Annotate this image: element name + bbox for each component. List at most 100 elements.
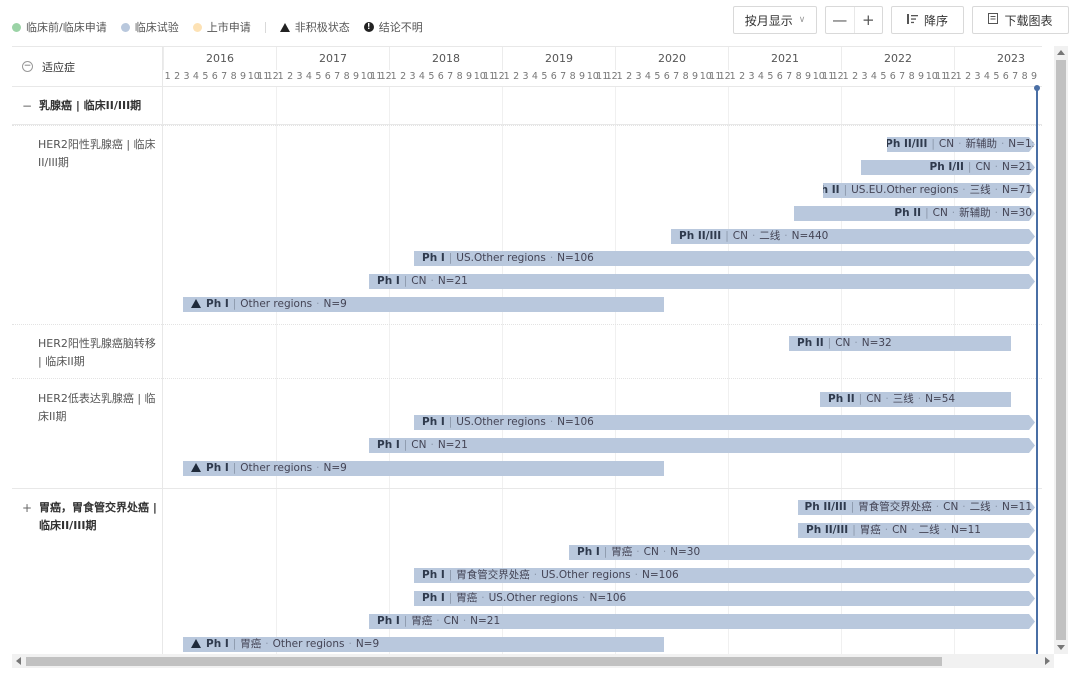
trial-bar[interactable]: Ph II | CN · 三线 · N=54 (820, 392, 1011, 407)
month-label: 5 (654, 71, 661, 82)
trial-attribute: 胃癌 (611, 546, 633, 558)
trial-bar[interactable]: Ph I/II | CN · N=21 (861, 160, 1035, 175)
view-mode-select[interactable]: 按月显示 ∨ (733, 6, 817, 34)
phase-label: Ph II/III (885, 138, 928, 150)
trial-bar[interactable]: Ph II/III | CN · 新辅助 · N=150 (887, 137, 1035, 152)
trial-bar[interactable]: Ph I | US.Other regions · N=106 (414, 415, 1035, 430)
trial-bar[interactable]: Ph II/III | CN · 二线 · N=440 (671, 229, 1035, 244)
trial-attribute: CN (732, 230, 748, 242)
expand-toggle-icon[interactable]: + (22, 499, 32, 517)
month-label: 9 (692, 71, 699, 82)
month-label: 9 (918, 71, 925, 82)
separator: · (751, 230, 756, 242)
zoom-in-button[interactable]: + (853, 7, 883, 33)
month-label: 1 (616, 71, 623, 82)
download-label: 下载图表 (1004, 13, 1053, 28)
phase-label: Ph I (206, 462, 229, 474)
scroll-up-icon[interactable] (1057, 50, 1065, 55)
download-chart-button[interactable]: 下载图表 (972, 6, 1069, 34)
vertical-scroll-thumb[interactable] (1056, 60, 1066, 640)
sort-button[interactable]: 降序 (891, 6, 964, 34)
trial-bar[interactable]: Ph I | CN · N=21 (369, 438, 1035, 453)
separator: · (994, 184, 998, 196)
scroll-left-icon[interactable] (16, 657, 21, 665)
month-label: 4 (983, 71, 990, 82)
year-grid-line (389, 87, 390, 654)
month-label: 2 (852, 71, 859, 82)
horizontal-scroll-thumb[interactable] (26, 657, 942, 666)
subgroup-label: HER2阳性乳腺癌 | 临床II/III期 (38, 138, 156, 169)
trial-bar[interactable]: Ph I | 胃癌 · US.Other regions · N=106 (414, 591, 1035, 606)
trial-bar[interactable]: Ph II | CN · N=32 (789, 336, 1011, 351)
group-label: 乳腺癌 | 临床II/III期 (39, 99, 142, 112)
month-label: 6 (1002, 71, 1009, 82)
separator: · (994, 501, 998, 513)
trial-bar[interactable]: Ph II | US.EU.Other regions · 三线 · N=71 (823, 183, 1035, 198)
vertical-scrollbar[interactable] (1054, 46, 1068, 654)
trial-attribute: 三线 (892, 393, 914, 405)
scroll-down-icon[interactable] (1057, 645, 1065, 650)
trial-bar[interactable]: Ph I | 胃癌 · CN · N=21 (369, 614, 1035, 629)
trial-attribute: US.Other regions (456, 252, 546, 264)
trial-bar[interactable]: Ph I | CN · N=21 (369, 274, 1035, 289)
horizontal-scrollbar[interactable] (12, 654, 1054, 668)
trial-bar-label: Ph II/III | 胃食管交界处癌 · CN · 二线 · N=11 (805, 500, 1032, 515)
group-row-breast-cancer[interactable]: − 乳腺癌 | 临床II/III期 (22, 97, 141, 115)
group-row-gastric-cancer[interactable]: + 胃癌，胃食管交界处癌 | 临床II/III期 (22, 499, 162, 535)
trial-bar[interactable]: Ph II/III | 胃食管交界处癌 · CN · 二线 · N=11 (798, 500, 1035, 515)
legend-dot-icon (12, 22, 21, 32)
separator: | (403, 615, 408, 627)
trial-bar[interactable]: Ph I | Other regions · N=9 (183, 461, 664, 476)
separator: | (232, 462, 237, 474)
month-label: 1 (842, 71, 849, 82)
scroll-right-icon[interactable] (1045, 657, 1050, 665)
month-label: 10 (247, 71, 260, 82)
row-divider (12, 125, 1042, 126)
month-label: 1 (503, 71, 510, 82)
trial-bar[interactable]: Ph I | 胃食管交界处癌 · US.Other regions · N=106 (414, 568, 1035, 583)
today-line (1036, 87, 1038, 654)
trial-bar[interactable]: Ph I | 胃癌 · Other regions · N=9 (183, 637, 664, 652)
separator: · (549, 252, 554, 264)
month-label: 10 (360, 71, 373, 82)
phase-label: Ph I (422, 569, 445, 581)
trial-bar-label: Ph I | 胃癌 · Other regions · N=9 (191, 637, 379, 652)
month-label: 7 (447, 71, 454, 82)
month-label: 8 (456, 71, 463, 82)
trial-attribute: CN (892, 524, 908, 536)
trial-attribute: US.Other regions (541, 569, 631, 581)
separator: · (430, 439, 434, 451)
month-label: 4 (644, 71, 651, 82)
trial-attribute: N=106 (557, 252, 594, 264)
separator: · (911, 524, 915, 536)
trial-bar[interactable]: Ph II | CN · 新辅助 · N=30 (794, 206, 1035, 221)
trial-bar-label: Ph I/II | CN · N=21 (930, 160, 1032, 175)
trial-attribute: N=9 (323, 298, 347, 310)
collapse-all-icon[interactable]: − (22, 61, 33, 72)
trial-bar-label: Ph II/III | CN · 新辅助 · N=150 (885, 137, 1042, 152)
month-label: 3 (861, 71, 868, 82)
collapse-toggle-icon[interactable]: − (22, 97, 32, 115)
month-label: 7 (786, 71, 793, 82)
month-label: 10 (699, 71, 712, 82)
month-label: 5 (541, 71, 548, 82)
month-label: 6 (663, 71, 670, 82)
phase-label: Ph I (377, 275, 400, 287)
trial-bar[interactable]: Ph I | 胃癌 · CN · N=30 (569, 545, 1035, 560)
legend-dot-icon (120, 22, 130, 32)
trial-bar[interactable]: Ph I | Other regions · N=9 (183, 297, 664, 312)
zoom-out-button[interactable]: — (826, 7, 854, 33)
trial-attribute: 胃癌 (456, 592, 478, 604)
row-divider (12, 488, 1042, 489)
trial-attribute: N=9 (355, 638, 380, 650)
month-label: 10 (586, 71, 599, 82)
trial-attribute: 胃癌 (411, 615, 433, 627)
month-label: 1 (277, 71, 284, 82)
separator: | (232, 638, 237, 650)
month-label: 3 (748, 71, 755, 82)
separator: · (994, 207, 998, 219)
trial-bar[interactable]: Ph II/III | 胃癌 · CN · 二线 · N=11 (798, 523, 1035, 538)
month-label: 7 (899, 71, 906, 82)
month-label: 9 (579, 71, 586, 82)
trial-bar[interactable]: Ph I | US.Other regions · N=106 (414, 251, 1035, 266)
